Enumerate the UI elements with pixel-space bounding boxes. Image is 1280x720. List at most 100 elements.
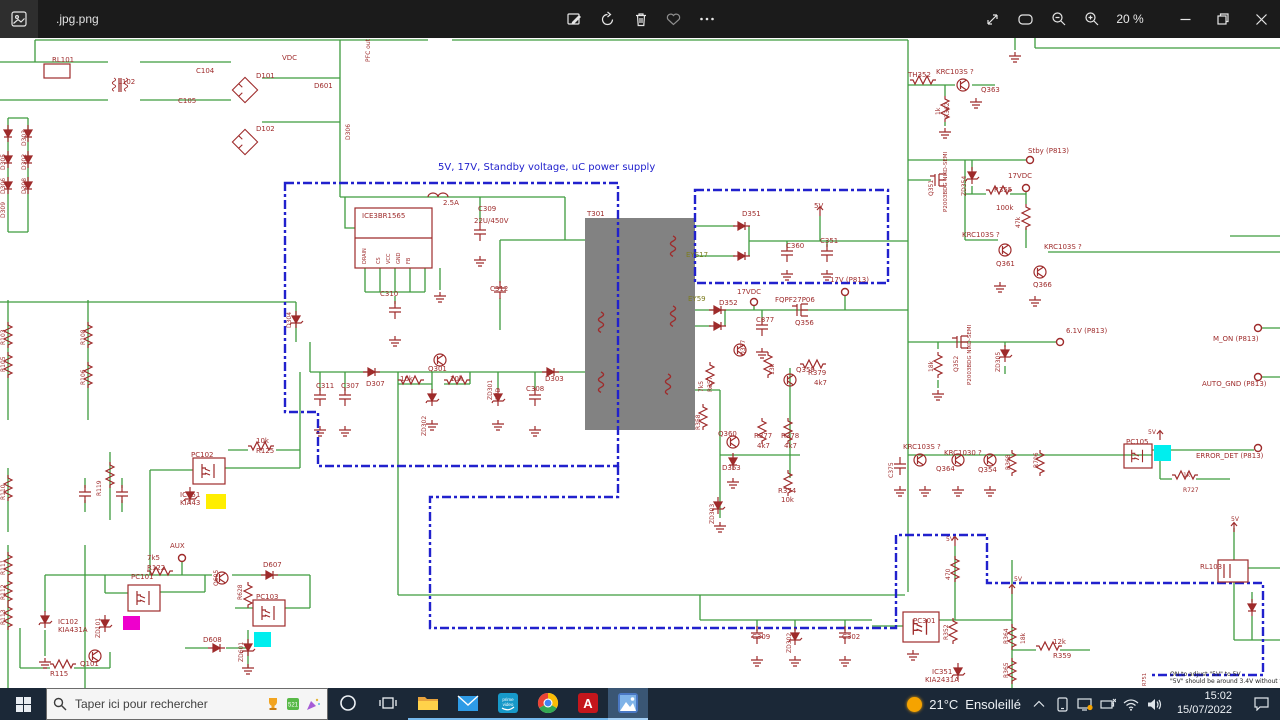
photos-app-icon[interactable] <box>0 0 38 38</box>
svg-text:Q352: Q352 <box>953 356 960 372</box>
taskbar-app-mail[interactable] <box>448 688 488 720</box>
svg-text:GND: GND <box>396 252 402 264</box>
svg-text:C302: C302 <box>842 633 860 641</box>
svg-text:13k: 13k <box>769 363 776 375</box>
svg-text:10k: 10k <box>450 375 464 383</box>
rotate-button[interactable] <box>591 0 624 38</box>
fit-to-window-button[interactable] <box>1009 0 1042 38</box>
taskbar-app-photos[interactable] <box>608 688 648 720</box>
minimize-button[interactable] <box>1166 0 1204 38</box>
svg-text:C311: C311 <box>316 382 334 390</box>
svg-text:D302: D302 <box>21 154 28 170</box>
wifi-tray[interactable] <box>1123 696 1140 713</box>
search-icon <box>53 697 67 711</box>
svg-text:7k5: 7k5 <box>147 554 160 562</box>
svg-text:7k5: 7k5 <box>698 381 705 392</box>
fullscreen-button[interactable] <box>976 0 1009 38</box>
battery-tray[interactable] <box>1100 696 1117 713</box>
weather-temp: 21°C <box>929 696 959 712</box>
viewer-toolbar <box>558 0 723 38</box>
rotate-icon <box>601 11 614 25</box>
svg-text:100k: 100k <box>996 204 1014 212</box>
your-phone-tray[interactable] <box>1054 696 1071 713</box>
svg-text:RL103: RL103 <box>1200 563 1222 571</box>
taskbar-app-file-explorer[interactable] <box>408 688 448 720</box>
svg-text:C308: C308 <box>526 385 544 393</box>
badge-521-count: 521 <box>288 703 299 709</box>
close-button[interactable] <box>1242 0 1280 38</box>
action-center-button[interactable] <box>1242 688 1280 720</box>
zoom-in-button[interactable] <box>1075 0 1108 38</box>
svg-text:"5V" should be around 3.4V wit: "5V" should be around 3.4V without th <box>1170 678 1280 685</box>
svg-text:Q351: Q351 <box>928 180 935 196</box>
taskbar-app-chrome[interactable] <box>528 688 568 720</box>
clock[interactable]: 15:02 15/07/2022 <box>1177 690 1232 718</box>
show-hidden-icons-button[interactable] <box>1031 696 1048 713</box>
svg-text:Q366: Q366 <box>1033 281 1052 289</box>
volume-tray[interactable] <box>1146 696 1163 713</box>
svg-text:D352: D352 <box>719 299 738 307</box>
display-tray[interactable] <box>1077 696 1094 713</box>
svg-text:R105: R105 <box>0 356 7 372</box>
svg-text:D601: D601 <box>314 82 333 90</box>
svg-text:4k7: 4k7 <box>814 379 827 387</box>
svg-text:Q101: Q101 <box>80 660 99 668</box>
weather-widget[interactable]: 21°C Ensoleillé <box>907 696 1021 712</box>
prime-video-text2: video <box>503 702 514 707</box>
favorite-button[interactable] <box>657 0 690 38</box>
svg-text:Q361: Q361 <box>996 260 1015 268</box>
svg-text:KRC103S ?: KRC103S ? <box>1044 243 1082 251</box>
svg-text:C351: C351 <box>820 237 838 245</box>
edit-button[interactable] <box>558 0 591 38</box>
cortana-button[interactable] <box>328 688 368 720</box>
svg-text:TH352: TH352 <box>907 71 931 79</box>
zoom-window-controls: 20 % <box>976 0 1280 38</box>
svg-text:D305: D305 <box>0 154 7 170</box>
zoom-in-icon <box>1084 12 1098 26</box>
svg-text:D351: D351 <box>742 210 761 218</box>
start-button[interactable] <box>0 688 46 720</box>
restore-icon <box>1217 13 1229 25</box>
more-button[interactable] <box>690 0 723 38</box>
svg-text:D608: D608 <box>203 636 222 644</box>
svg-text:R113: R113 <box>0 609 7 625</box>
svg-text:C310: C310 <box>380 290 398 298</box>
svg-text:5V: 5V <box>1231 516 1240 523</box>
svg-text:Stby (P813): Stby (P813) <box>1028 147 1069 155</box>
taskbar-app-acrobat[interactable]: A <box>568 688 608 720</box>
svg-text:D353: D353 <box>722 464 741 472</box>
delete-button[interactable] <box>624 0 657 38</box>
svg-text:KRC103S ?: KRC103S ? <box>903 443 941 451</box>
svg-text:R706: R706 <box>1033 452 1040 468</box>
svg-text:10k: 10k <box>256 437 270 445</box>
schematic-image[interactable]: 5V, 17V, Standby voltage, uC power suppl… <box>0 10 1280 688</box>
svg-text:R355: R355 <box>994 186 1012 194</box>
svg-text:PC105: PC105 <box>1126 438 1148 446</box>
svg-text:C375: C375 <box>888 462 895 478</box>
system-tray: 21°C Ensoleillé 15:02 15/07/2022 <box>907 688 1280 720</box>
svg-text:Q360: Q360 <box>718 430 737 438</box>
delete-icon <box>635 12 646 26</box>
svg-text:KRC103S ?: KRC103S ? <box>936 68 974 76</box>
svg-text:1k: 1k <box>935 107 942 115</box>
clock-date: 15/07/2022 <box>1176 704 1232 716</box>
svg-text:Q357: Q357 <box>740 340 747 356</box>
image-viewport[interactable]: 5V, 17V, Standby voltage, uC power suppl… <box>0 10 1280 688</box>
rewards-trophy-icon <box>269 698 277 710</box>
svg-text:Q301: Q301 <box>428 365 447 373</box>
search-input[interactable]: Taper ici pour rechercher 521 <box>46 688 328 720</box>
acrobat-icon: A <box>578 693 598 713</box>
svg-text:KIA2431A: KIA2431A <box>925 676 959 684</box>
phone-icon <box>1057 696 1068 712</box>
window-title: .jpg.png <box>56 12 99 26</box>
svg-text:R125: R125 <box>256 447 274 455</box>
svg-text:Q364: Q364 <box>936 465 955 473</box>
svg-text:CS: CS <box>376 257 382 264</box>
task-view-button[interactable] <box>368 688 408 720</box>
restore-button[interactable] <box>1204 0 1242 38</box>
svg-text:27D: 27D <box>495 387 502 400</box>
taskbar-app-prime-video[interactable]: prime video <box>488 688 528 720</box>
svg-text:R727: R727 <box>1183 487 1199 494</box>
svg-text:17VDC: 17VDC <box>737 288 761 296</box>
zoom-out-button[interactable] <box>1042 0 1075 38</box>
